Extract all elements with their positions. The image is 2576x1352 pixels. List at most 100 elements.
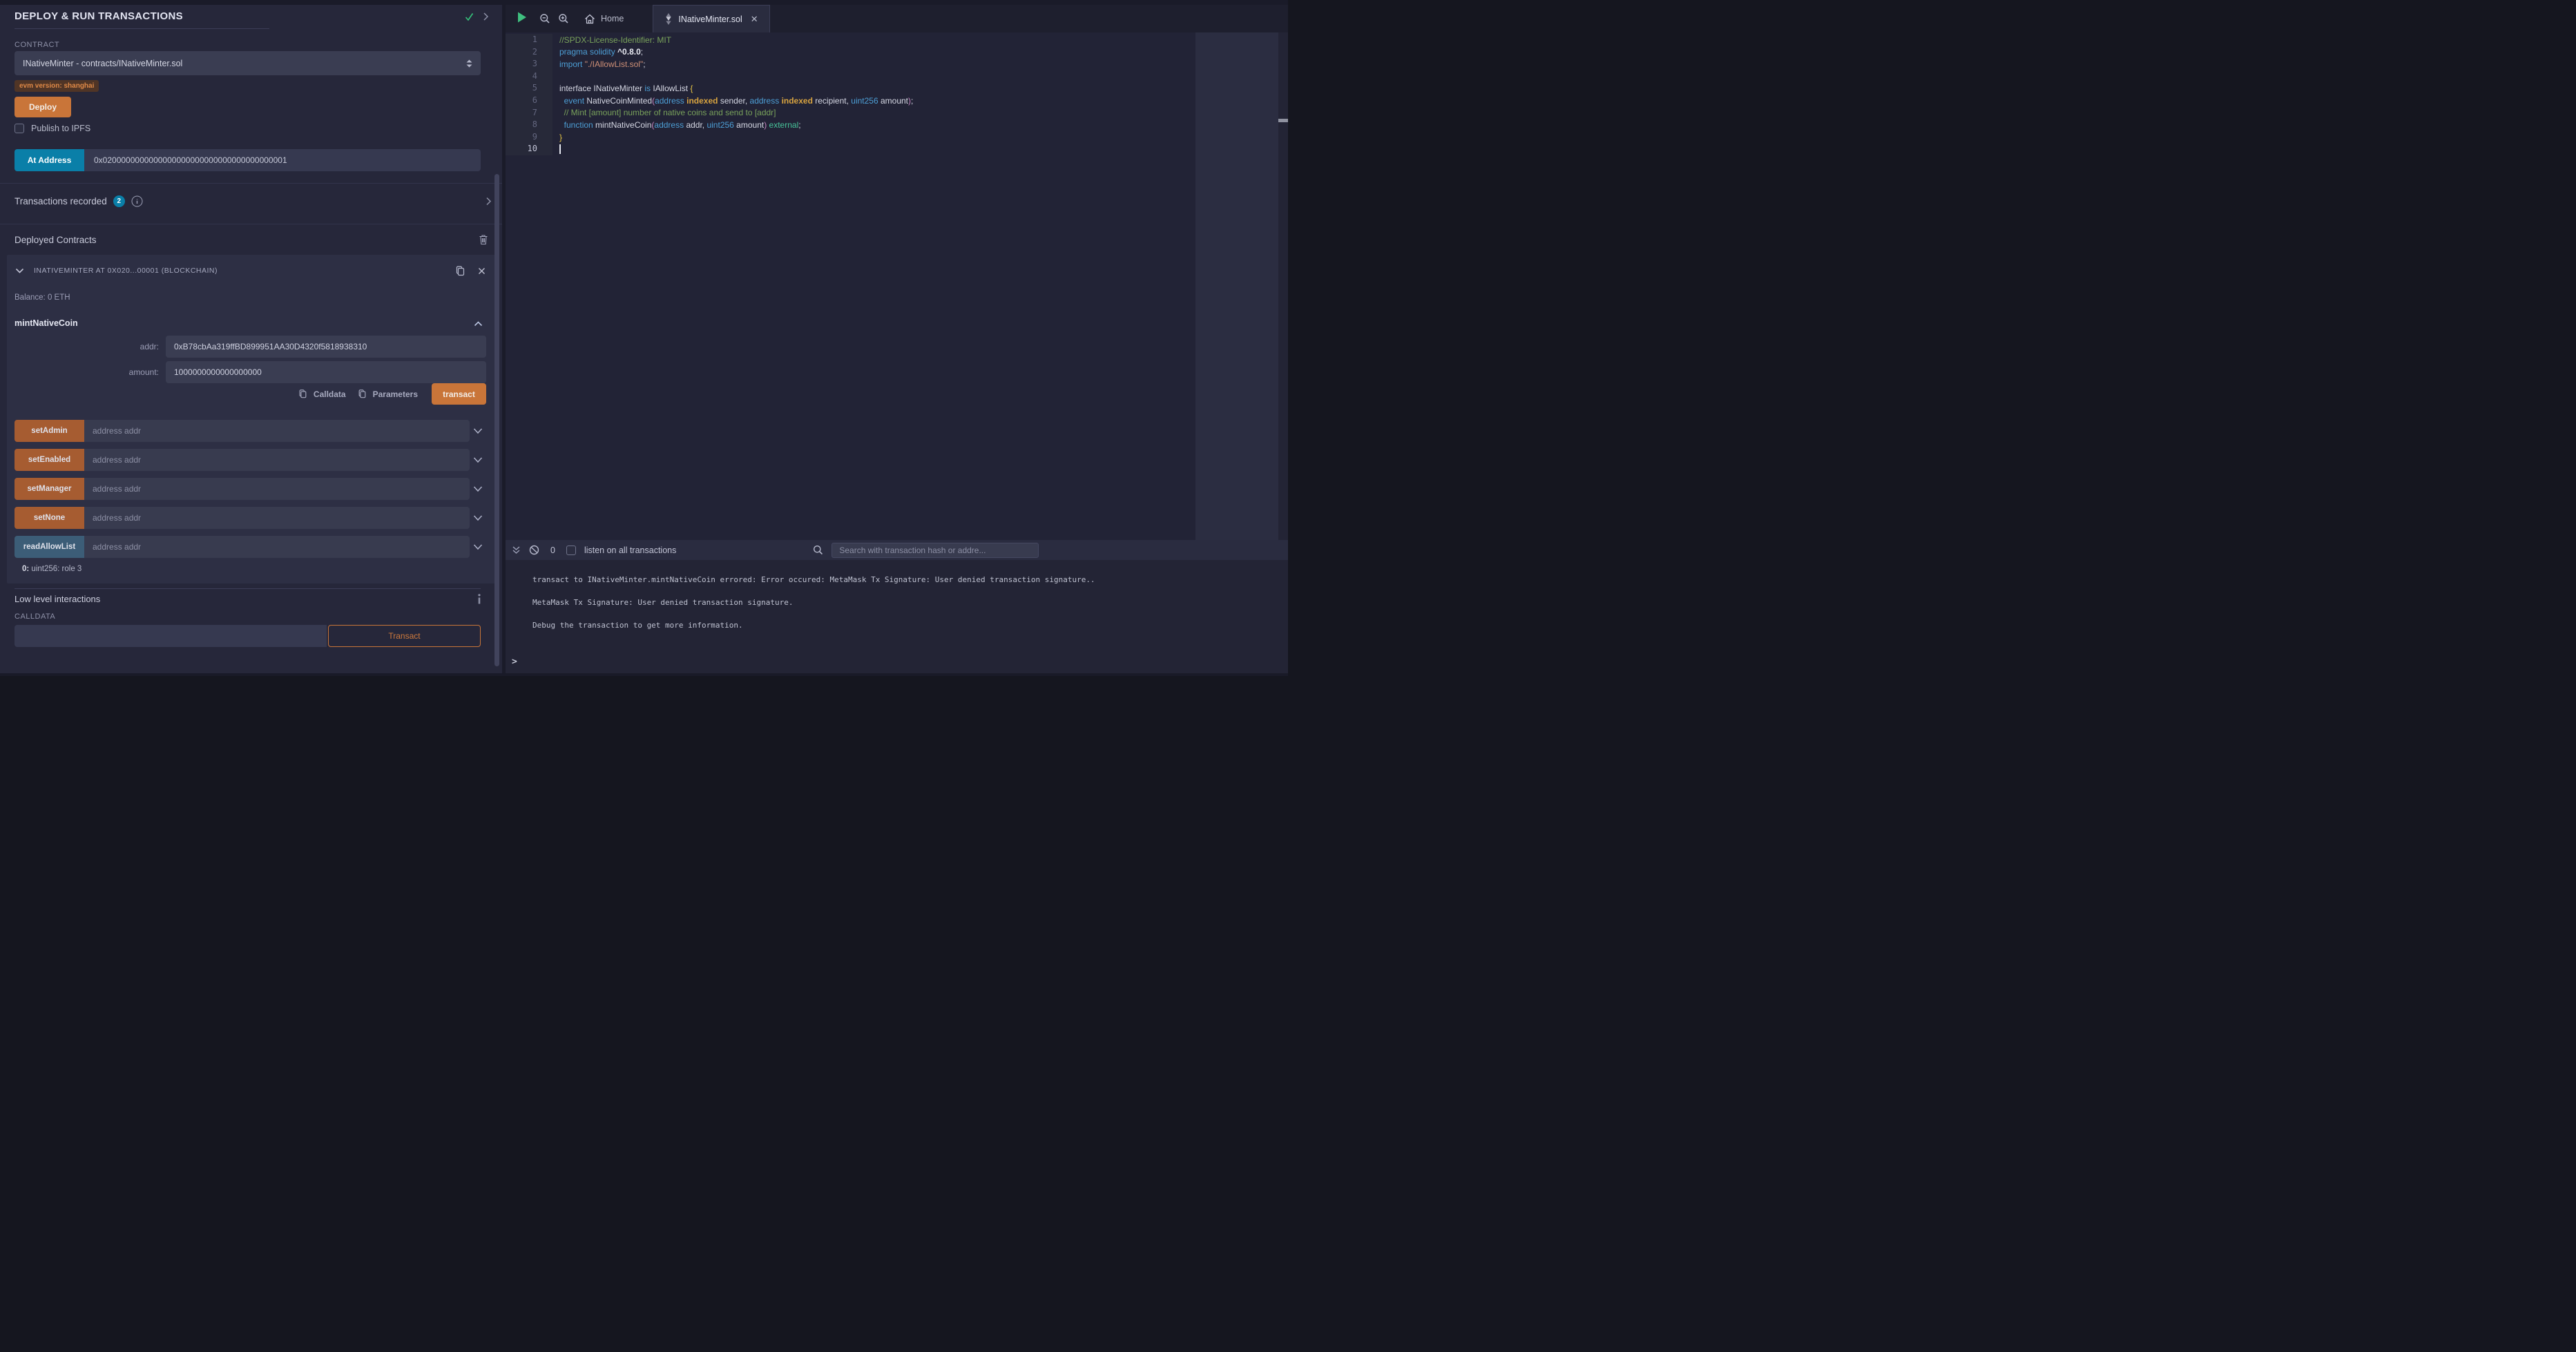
- zoom-out-icon[interactable]: [539, 13, 550, 24]
- editor-scrollbar[interactable]: [1278, 32, 1288, 540]
- terminal-search-input[interactable]: [832, 543, 1039, 558]
- line-number: 3: [506, 58, 552, 70]
- function-row: setManager: [15, 478, 486, 500]
- line-number: 5: [506, 82, 552, 95]
- code-line[interactable]: 9}: [506, 131, 1288, 144]
- function-collapse-icon[interactable]: [474, 320, 483, 327]
- trash-icon[interactable]: [479, 234, 488, 245]
- run-script-icon[interactable]: [517, 11, 528, 23]
- setNone-arg-input[interactable]: [84, 507, 470, 529]
- lowlevel-transact-button[interactable]: Transact: [328, 625, 481, 647]
- readAllowList-arg-input[interactable]: [84, 536, 470, 558]
- pending-tx-count: 0: [550, 545, 555, 555]
- code-editor[interactable]: 1//SPDX-License-Identifier: MIT2pragma s…: [506, 32, 1288, 540]
- listen-all-tx-label: listen on all transactions: [584, 545, 676, 555]
- line-number: 1: [506, 34, 552, 46]
- terminal-log-line: Debug the transaction to get more inform…: [532, 620, 1288, 631]
- expand-args-icon[interactable]: [470, 544, 486, 550]
- function-row: readAllowList: [15, 536, 486, 558]
- zoom-in-icon[interactable]: [558, 13, 569, 24]
- setEnabled-arg-input[interactable]: [84, 449, 470, 471]
- contract-instance-card: INATIVEMINTER AT 0X020...00001 (BLOCKCHA…: [7, 255, 495, 583]
- listen-all-tx-checkbox[interactable]: [566, 545, 576, 555]
- deployed-contracts-title: Deployed Contracts: [15, 235, 479, 245]
- code-line[interactable]: 7 // Mint [amount] number of native coin…: [506, 107, 1288, 119]
- deploy-run-panel: DEPLOY & RUN TRANSACTIONS CONTRACT INati…: [0, 5, 502, 676]
- readAllowList-button[interactable]: readAllowList: [15, 536, 84, 558]
- minimap[interactable]: //SPDX-License-Identifier: MITpragma sol…: [1195, 32, 1278, 540]
- tab-label: Home: [601, 14, 624, 23]
- expand-terminal-icon[interactable]: [512, 545, 521, 554]
- instance-collapse-icon[interactable]: [15, 268, 24, 274]
- evm-version-badge: evm version: shanghai: [15, 80, 99, 92]
- editor-tabbar: Home INativeMinter.sol ✕: [506, 5, 1288, 32]
- code-line[interactable]: 10: [506, 143, 1288, 155]
- deploy-button[interactable]: Deploy: [15, 97, 71, 117]
- code-line[interactable]: 5interface INativeMinter is IAllowList {: [506, 82, 1288, 95]
- contract-select[interactable]: INativeMinter - contracts/INativeMinter.…: [15, 51, 481, 75]
- tab-inativeminter-sol[interactable]: INativeMinter.sol ✕: [653, 5, 769, 32]
- transactions-expand-icon[interactable]: [485, 197, 492, 206]
- at-address-input[interactable]: [84, 149, 481, 171]
- terminal-prompt[interactable]: >: [512, 657, 517, 667]
- copy-parameters-label[interactable]: Parameters: [373, 389, 418, 399]
- function-row: setEnabled: [15, 449, 486, 471]
- copy-parameters-icon[interactable]: [358, 389, 367, 399]
- code-line[interactable]: 1//SPDX-License-Identifier: MIT: [506, 34, 1288, 46]
- expand-args-icon[interactable]: [470, 515, 486, 521]
- tab-label: INativeMinter.sol: [678, 15, 742, 24]
- calldata-input[interactable]: [15, 625, 327, 647]
- code-line[interactable]: 3import "./IAllowList.sol";: [506, 58, 1288, 70]
- line-number: 6: [506, 95, 552, 107]
- field-label: addr:: [7, 342, 166, 351]
- code-line[interactable]: 6 event NativeCoinMinted(address indexed…: [506, 95, 1288, 107]
- publish-ipfs-checkbox[interactable]: [15, 124, 24, 133]
- title-underline: [15, 28, 269, 29]
- search-icon: [813, 545, 823, 555]
- code-line[interactable]: 2pragma solidity ^0.8.0;: [506, 46, 1288, 59]
- setManager-button[interactable]: setManager: [15, 478, 84, 500]
- expand-args-icon[interactable]: [470, 457, 486, 463]
- setManager-arg-input[interactable]: [84, 478, 470, 500]
- copy-address-icon[interactable]: [455, 265, 465, 277]
- terminal-output[interactable]: transact to INativeMinter.mintNativeCoin…: [506, 560, 1288, 676]
- code-line[interactable]: 4: [506, 70, 1288, 83]
- setAdmin-arg-input[interactable]: [84, 420, 470, 442]
- instance-close-icon[interactable]: [478, 267, 486, 275]
- line-number: 8: [506, 119, 552, 131]
- remix-ide-window: DEPLOY & RUN TRANSACTIONS CONTRACT INati…: [0, 0, 1288, 676]
- transactions-recorded-label: Transactions recorded: [15, 196, 107, 206]
- setEnabled-button[interactable]: setEnabled: [15, 449, 84, 471]
- terminal-log-line: MetaMask Tx Signature: User denied trans…: [532, 597, 1288, 608]
- code-line[interactable]: 8 function mintNativeCoin(address addr, …: [506, 119, 1288, 131]
- lowlevel-title: Low level interactions: [15, 594, 477, 604]
- info-circle-icon[interactable]: [131, 195, 143, 207]
- transact-button[interactable]: transact: [432, 383, 486, 405]
- copy-calldata-icon[interactable]: [298, 389, 307, 399]
- calldata-label: CALLDATA: [15, 612, 55, 621]
- section-divider: [0, 183, 502, 184]
- function-field-row: amount:: [7, 361, 486, 383]
- info-icon[interactable]: [477, 594, 481, 604]
- setNone-button[interactable]: setNone: [15, 507, 84, 529]
- expand-args-icon[interactable]: [470, 428, 486, 434]
- field-input-amount[interactable]: [166, 361, 486, 383]
- close-tab-icon[interactable]: ✕: [751, 14, 758, 25]
- editor-scrollbar-thumb[interactable]: [1278, 119, 1288, 122]
- tab-home[interactable]: Home: [575, 5, 633, 32]
- publish-ipfs-label: Publish to IPFS: [31, 124, 90, 133]
- contract-select-value: INativeMinter - contracts/INativeMinter.…: [23, 59, 466, 68]
- environment-ok-icon: [464, 12, 474, 22]
- line-number: 10: [506, 143, 552, 155]
- terminal-toolbar: 0 listen on all transactions: [506, 540, 1288, 560]
- window-bottom-strip: [0, 673, 1288, 676]
- at-address-button[interactable]: At Address: [15, 149, 84, 171]
- setAdmin-button[interactable]: setAdmin: [15, 420, 84, 442]
- panel-expand-icon[interactable]: [482, 12, 490, 21]
- clear-console-icon[interactable]: [529, 545, 539, 555]
- copy-calldata-label[interactable]: Calldata: [314, 389, 346, 399]
- side-panel-scrollbar[interactable]: [494, 174, 499, 666]
- expand-args-icon[interactable]: [470, 486, 486, 492]
- field-input-addr[interactable]: [166, 336, 486, 358]
- editor-area: HomeINativeMinter.sol✕ 1//SPDX-License-I…: [506, 5, 1288, 676]
